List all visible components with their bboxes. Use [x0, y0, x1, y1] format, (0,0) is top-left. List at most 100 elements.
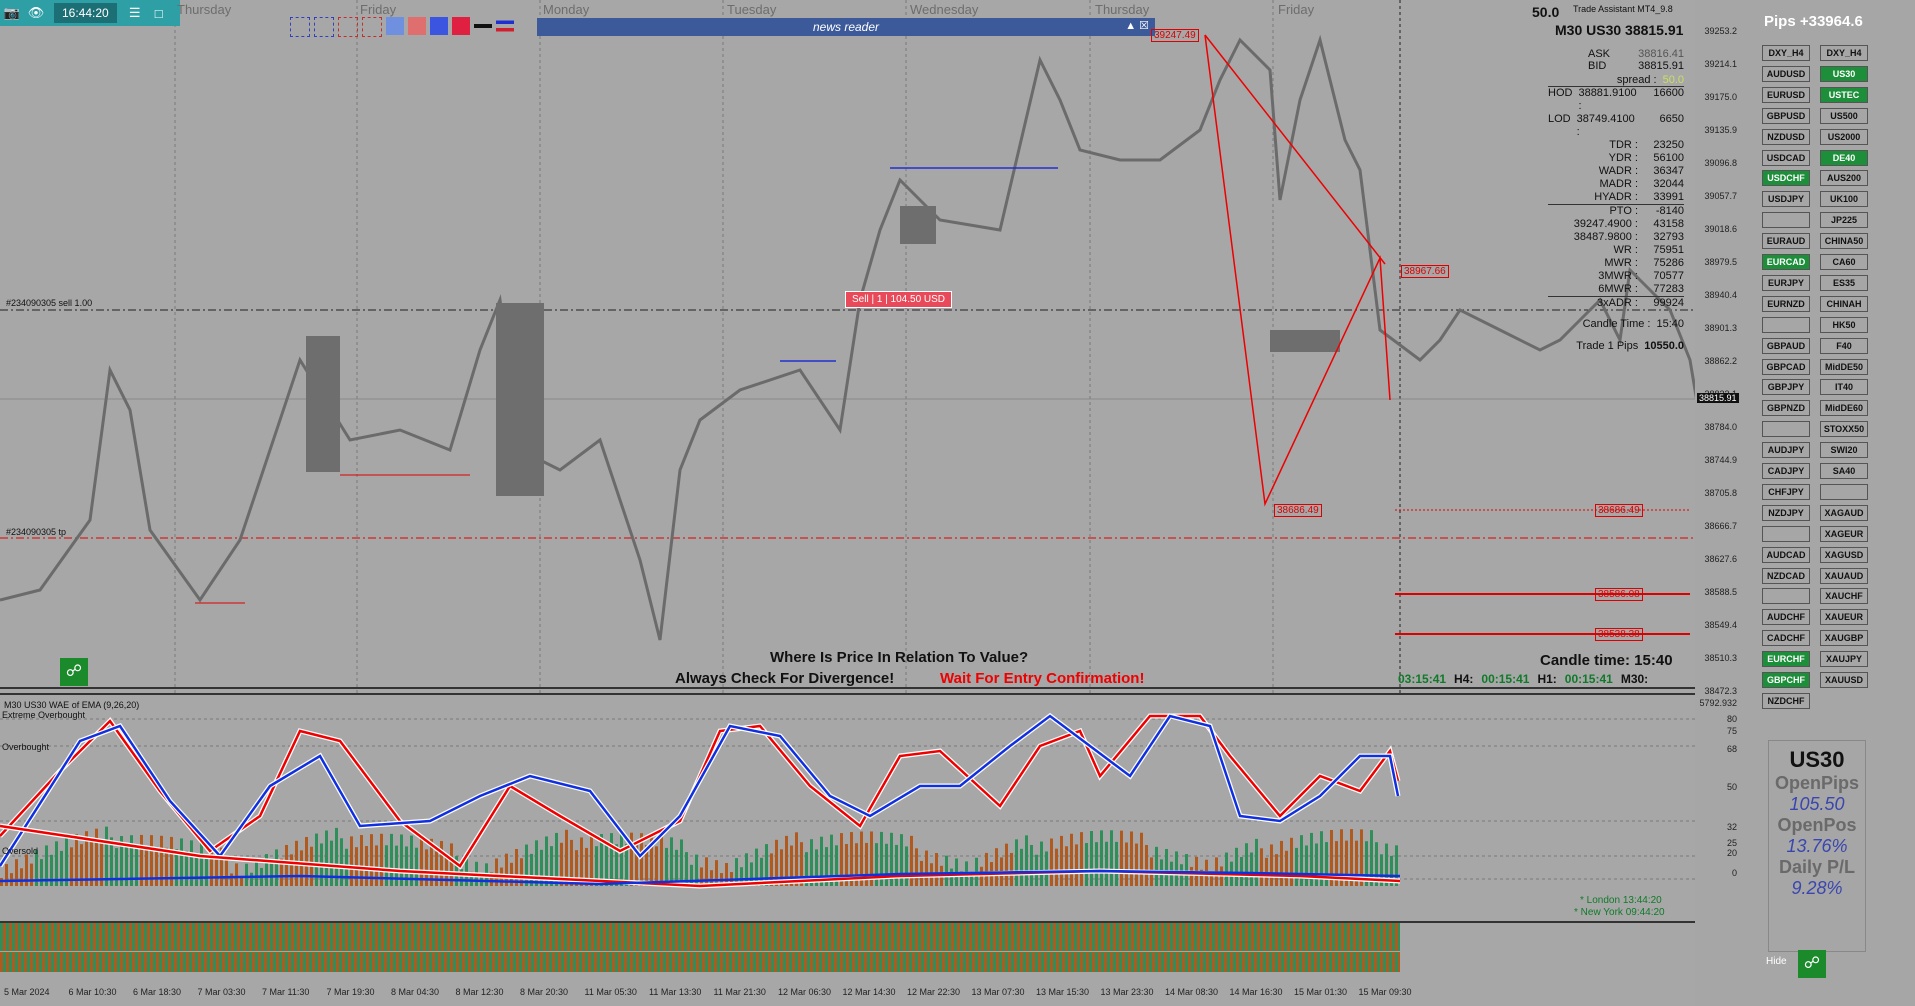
histogram-bar: [745, 853, 748, 886]
fill-red-icon[interactable]: [408, 17, 426, 35]
symbol-button[interactable]: AUS200: [1820, 170, 1868, 187]
symbol-button[interactable]: AUDJPY: [1762, 442, 1810, 459]
news-reader-bar[interactable]: news reader ▲ ☒: [537, 18, 1155, 36]
histogram-bar: [915, 848, 918, 886]
symbol-button[interactable]: USDCAD: [1762, 149, 1810, 166]
chart-area[interactable]: 📷 👁 16:44:20 ☰ □ Thursday Friday Monday …: [0, 0, 1739, 1006]
link-icon[interactable]: ☍: [60, 658, 88, 686]
symbol-button[interactable]: EURCAD: [1762, 254, 1810, 270]
timer-h4-label: H4:: [1454, 672, 1474, 686]
symbol-button[interactable]: EURAUD: [1762, 233, 1810, 250]
symbol-button[interactable]: GBPJPY: [1762, 379, 1810, 396]
symbol-button[interactable]: [1762, 525, 1810, 542]
fill-blue-icon[interactable]: [386, 17, 404, 35]
info-row-tag: HOD: [1548, 87, 1573, 99]
symbol-button[interactable]: DXY_H4: [1820, 45, 1868, 61]
symbol-button[interactable]: STOXX50: [1820, 421, 1868, 438]
symbol-button[interactable]: IT40: [1820, 379, 1868, 396]
time-axis[interactable]: 5 Mar 2024 6 Mar 10:30 6 Mar 18:30 7 Mar 03…: [0, 975, 1695, 1006]
indicator-pane[interactable]: M30 US30 WAE of EMA (9,26,20) Extreme Ov…: [0, 696, 1737, 923]
symbol-button[interactable]: XAGUSD: [1820, 546, 1868, 563]
timer-h4: 00:15:41: [1481, 672, 1530, 686]
symbol-button[interactable]: CHINA50: [1820, 233, 1868, 250]
symbol-button[interactable]: XAUJPY: [1820, 651, 1868, 668]
symbol-button[interactable]: UK100: [1820, 191, 1868, 208]
symbol-button[interactable]: CHINAH: [1820, 295, 1868, 312]
histogram-bar: [1275, 854, 1278, 886]
symbol-button[interactable]: XAUEUR: [1820, 609, 1868, 626]
symbol-button[interactable]: USTEC: [1820, 86, 1868, 103]
symbol-button[interactable]: US2000: [1820, 128, 1868, 145]
dashed-rect-blue-icon-2[interactable]: [314, 17, 334, 37]
info-row-value: 32793: [1653, 231, 1684, 243]
symbol-button[interactable]: GBPNZD: [1762, 400, 1810, 417]
menu-icon[interactable]: ☰: [123, 3, 147, 23]
symbol-button[interactable]: SWI20: [1820, 442, 1868, 459]
news-reader-controls[interactable]: ▲ ☒: [1125, 19, 1149, 32]
indicator-axis[interactable]: 5792.932 80 75 68 50 32 25 20 0: [1697, 696, 1737, 921]
symbol-button[interactable]: USDCHF: [1762, 170, 1810, 187]
eye-icon[interactable]: 👁: [24, 3, 48, 23]
symbol-button[interactable]: XAGEUR: [1820, 525, 1868, 542]
symbol-button[interactable]: [1762, 316, 1810, 333]
symbol-button[interactable]: AUDUSD: [1762, 65, 1810, 82]
symbol-button[interactable]: CADJPY: [1762, 463, 1810, 479]
symbol-button[interactable]: XAGAUD: [1820, 504, 1868, 521]
symbol-button[interactable]: XAUGBP: [1820, 630, 1868, 647]
symbol-button[interactable]: MidDE50: [1820, 358, 1868, 375]
dashed-rect-blue-icon[interactable]: [290, 17, 310, 37]
symbol-button[interactable]: US30: [1820, 65, 1868, 82]
info-rows: HOD 38881.9100 : 16600 LOD 38749.4100 : 6650 T…: [1548, 87, 1684, 310]
symbol-button[interactable]: [1762, 588, 1810, 605]
symbol-button[interactable]: [1762, 421, 1810, 438]
line-black-icon[interactable]: [474, 17, 492, 35]
symbol-button[interactable]: NZDUSD: [1762, 128, 1810, 145]
symbol-button[interactable]: AUDCAD: [1762, 546, 1810, 563]
symbol-button[interactable]: US500: [1820, 107, 1868, 124]
symbol-button[interactable]: [1762, 212, 1810, 229]
symbol-button[interactable]: GBPCHF: [1762, 672, 1810, 688]
camera-icon[interactable]: 📷: [0, 3, 24, 23]
price-tick: 39214.1: [1704, 59, 1737, 69]
symbol-button[interactable]: AUDCHF: [1762, 609, 1810, 626]
dashed-rect-red-icon[interactable]: [338, 17, 358, 37]
symbol-button[interactable]: XAUCHF: [1820, 588, 1868, 605]
symbol-button[interactable]: EURJPY: [1762, 274, 1810, 291]
symbol-button[interactable]: JP225: [1820, 212, 1868, 229]
hide-button[interactable]: Hide: [1766, 956, 1787, 967]
dashed-rect-red-icon-2[interactable]: [362, 17, 382, 37]
symbol-button[interactable]: GBPAUD: [1762, 337, 1810, 354]
symbol-button[interactable]: DE40: [1820, 149, 1868, 166]
symbol-button[interactable]: CHFJPY: [1762, 483, 1810, 500]
symbol-button[interactable]: XAUUSD: [1820, 672, 1868, 688]
price-pane[interactable]: 📷 👁 16:44:20 ☰ □ Thursday Friday Monday …: [0, 0, 1739, 696]
time-tick: 6 Mar 18:30: [133, 987, 182, 997]
window-icon[interactable]: □: [147, 3, 171, 23]
symbol-button[interactable]: CA60: [1820, 254, 1868, 270]
fill-blue-dark-icon[interactable]: [430, 17, 448, 35]
link-icon-sidebar[interactable]: ☍: [1798, 950, 1826, 978]
symbol-button[interactable]: GBPCAD: [1762, 358, 1810, 375]
sell-trade-box[interactable]: Sell | 1 | 104.50 USD: [845, 291, 953, 308]
symbol-button[interactable]: NZDCAD: [1762, 567, 1810, 584]
time-tick: 7 Mar 03:30: [197, 987, 246, 997]
symbol-button[interactable]: EURCHF: [1762, 651, 1810, 668]
symbol-button[interactable]: USDJPY: [1762, 191, 1810, 208]
symbol-button[interactable]: EURUSD: [1762, 86, 1810, 103]
symbol-button[interactable]: EURNZD: [1762, 295, 1810, 312]
symbol-button[interactable]: XAUAUD: [1820, 567, 1868, 584]
symbol-button[interactable]: HK50: [1820, 316, 1868, 333]
symbol-button[interactable]: [1820, 483, 1868, 500]
symbol-button[interactable]: CADCHF: [1762, 630, 1810, 647]
line-blue-icon[interactable]: [496, 17, 514, 35]
symbol-button[interactable]: SA40: [1820, 463, 1868, 479]
fill-red-dark-icon[interactable]: [452, 17, 470, 35]
symbol-button[interactable]: F40: [1820, 337, 1868, 354]
symbol-button[interactable]: DXY_H4: [1762, 45, 1810, 61]
symbol-button[interactable]: GBPUSD: [1762, 107, 1810, 124]
symbol-button[interactable]: NZDCHF: [1762, 692, 1810, 709]
symbol-button[interactable]: MidDE60: [1820, 400, 1868, 417]
price-axis[interactable]: 39253.2 39214.1 39175.0 39135.9 39096.8 39057…: [1697, 0, 1737, 696]
symbol-button[interactable]: NZDJPY: [1762, 504, 1810, 521]
symbol-button[interactable]: ES35: [1820, 274, 1868, 291]
